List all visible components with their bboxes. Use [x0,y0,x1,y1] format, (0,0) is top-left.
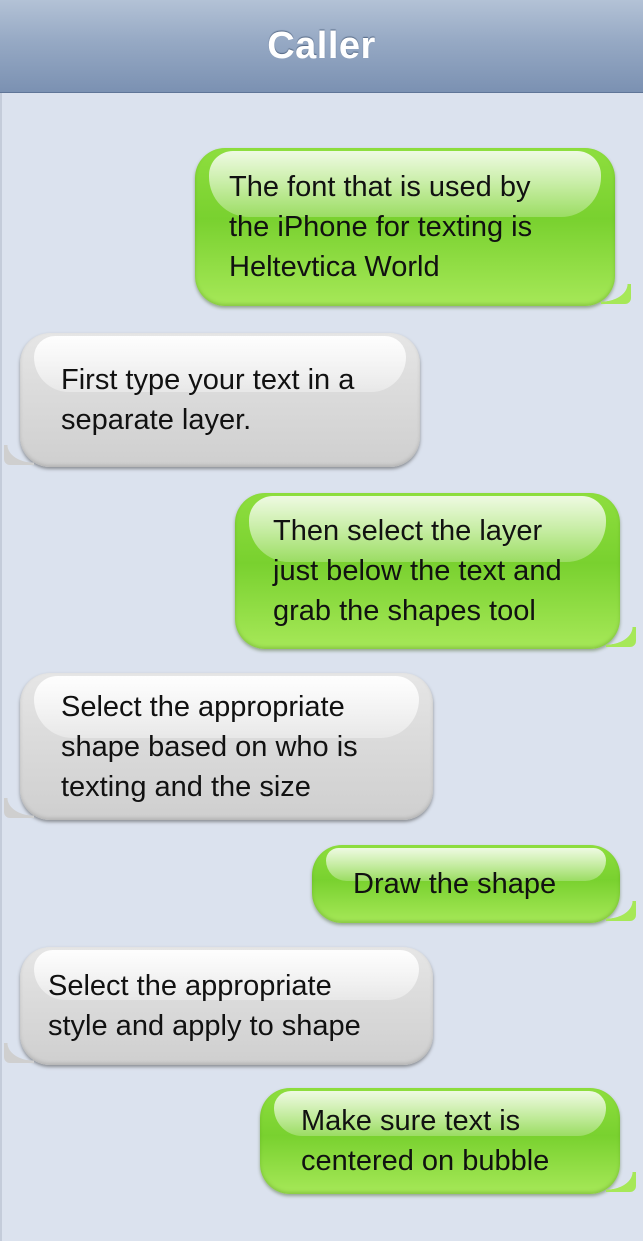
message-text: First type your text in a separate layer. [61,364,355,436]
message-text: The font that is used by the iPhone for t… [229,171,533,283]
outgoing-message-bubble[interactable]: Draw the shape [312,845,636,923]
message-text: Select the appropriate shape based on who… [61,690,358,803]
outgoing-message-bubble[interactable]: Make sure text is centered on bubble [260,1088,636,1194]
incoming-message-bubble[interactable]: First type your text in a separate layer. [4,333,420,467]
contact-name-title: Caller [267,24,376,67]
message-text: Draw the shape [353,868,557,900]
outgoing-message-bubble[interactable]: The font that is used by the iPhone for t… [195,148,631,306]
bubble-tail [4,445,34,465]
message-text: Select the appropriate style and apply to… [48,970,361,1042]
bubble-tail [4,798,34,818]
incoming-message-bubble[interactable]: Select the appropriate shape based on who… [4,673,433,820]
bubble-tail [606,901,636,921]
bubble-tail [606,1172,636,1192]
message-thread[interactable]: The font that is used by the iPhone for t… [0,93,643,1241]
bubble-tail [601,284,631,304]
bubble-tail [606,627,636,647]
message-text: Make sure text is centered on bubble [301,1105,550,1177]
nav-bar: Caller [0,0,643,93]
message-text: Then select the layer just below the text… [273,515,562,627]
incoming-message-bubble[interactable]: Select the appropriate style and apply to… [4,947,433,1065]
bubble-tail [4,1043,34,1063]
outgoing-message-bubble[interactable]: Then select the layer just below the text… [235,493,636,649]
